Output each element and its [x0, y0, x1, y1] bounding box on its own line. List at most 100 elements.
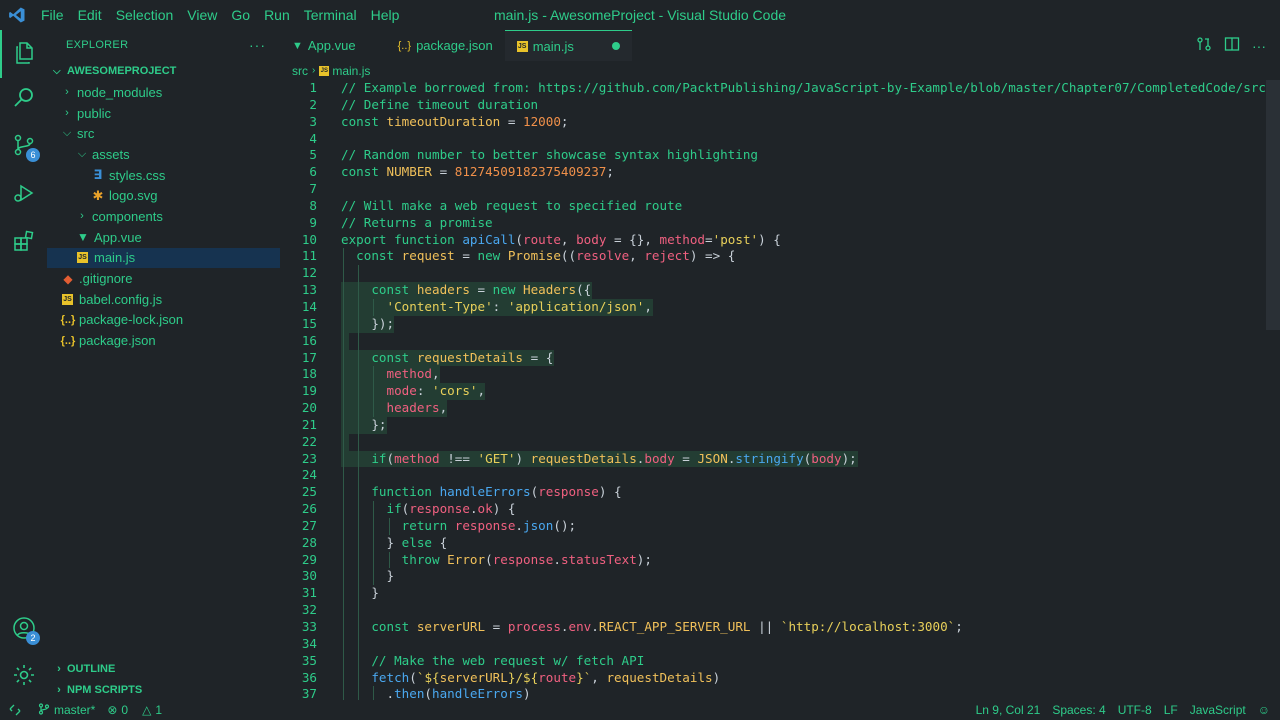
folder-item[interactable]: ⌵ assets — [47, 144, 280, 165]
tab-app-vue[interactable]: ▼ App.vue — [280, 30, 368, 61]
problems-status[interactable]: ⊗ 0 △ 1 — [107, 703, 162, 717]
gear-icon — [12, 663, 36, 690]
extensions-activity-button[interactable] — [0, 218, 47, 266]
editor-actions: ··· — [1196, 30, 1280, 61]
file-item[interactable]: JS main.js — [47, 247, 280, 269]
explorer-activity-button[interactable] — [0, 30, 47, 78]
file-item[interactable]: ▼ App.vue — [47, 227, 280, 248]
menu-edit[interactable]: Edit — [71, 0, 109, 30]
tree-item-label: package-lock.json — [79, 312, 184, 328]
code-token: { — [439, 534, 448, 550]
code-text: } — [341, 568, 394, 585]
feedback-icon[interactable]: ☺ — [1258, 703, 1270, 717]
indent-guide — [358, 265, 360, 283]
code-token: new — [492, 282, 524, 298]
source-control-badge: 6 — [26, 148, 40, 162]
code-token: } — [341, 534, 402, 550]
json-file-icon: {..} — [397, 39, 412, 52]
tree-item-label: babel.config.js — [79, 291, 163, 307]
code-token: : — [416, 383, 433, 399]
code-line: 26 if(response.ok) { — [280, 501, 1280, 518]
source-control-activity-button[interactable]: 6 — [0, 122, 47, 170]
code-token: , — [560, 231, 577, 247]
code-token: // Example borrowed from: https://github… — [341, 80, 1280, 95]
unsaved-dot-icon[interactable] — [611, 42, 620, 50]
tree-item-label: components — [92, 208, 163, 224]
file-item[interactable]: ∃ styles.css — [47, 165, 280, 186]
editor-scrollbar[interactable] — [1266, 80, 1280, 330]
file-item[interactable]: {..} package-lock.json — [47, 310, 280, 331]
menu-run[interactable]: Run — [257, 0, 297, 30]
open-changes-icon[interactable] — [1196, 36, 1212, 55]
code-token: ) => { — [689, 248, 736, 264]
more-actions-icon[interactable]: ··· — [1252, 38, 1266, 54]
remote-icon[interactable] — [0, 704, 30, 716]
code-editor[interactable]: 1 // Example borrowed from: https://githu… — [280, 80, 1280, 700]
chevron-right-icon: › — [65, 86, 69, 99]
code-token: `${ — [416, 669, 440, 685]
folder-item[interactable]: ⌵ src — [47, 123, 280, 144]
tab-package-json[interactable]: {..} package.json — [368, 30, 505, 61]
run-debug-activity-button[interactable] — [0, 170, 47, 218]
line-number: 33 — [301, 619, 317, 634]
accounts-activity-button[interactable]: 2 — [0, 605, 47, 653]
manage-activity-button[interactable] — [0, 652, 47, 700]
menu-go[interactable]: Go — [224, 0, 257, 30]
code-line: 1 // Example borrowed from: https://githu… — [280, 80, 1280, 97]
folder-item[interactable]: › public — [47, 103, 280, 124]
code-line: 4 — [280, 131, 1280, 148]
folder-item[interactable]: › components — [47, 206, 280, 227]
breadcrumb-file[interactable]: main.js — [332, 64, 370, 78]
file-item[interactable]: {..} package.json — [47, 330, 280, 351]
breadcrumb-folder[interactable]: src — [292, 64, 308, 78]
project-folder-header[interactable]: ⌵ AWESOMEPROJECT — [47, 60, 280, 82]
outline-section[interactable]: › OUTLINE — [47, 658, 280, 679]
line-number: 2 — [309, 96, 317, 112]
end-of-line[interactable]: LF — [1164, 703, 1178, 717]
line-number: 30 — [301, 568, 317, 584]
code-token: headers — [416, 282, 470, 298]
cursor-position[interactable]: Ln 9, Col 21 — [976, 703, 1041, 717]
tab-main-js[interactable]: JS main.js — [504, 30, 632, 61]
line-number: 17 — [301, 349, 317, 365]
file-item[interactable]: ◆ .gitignore — [47, 268, 280, 289]
file-item[interactable]: ✱ logo.svg — [47, 185, 280, 206]
more-actions-icon[interactable]: ··· — [249, 37, 266, 53]
menu-file[interactable]: File — [34, 0, 71, 30]
code-token: Promise — [507, 248, 561, 264]
line-number: 23 — [301, 450, 317, 466]
title-bar: File Edit Selection View Go Run Terminal… — [0, 0, 1280, 30]
editor-tabs: ▼ App.vue {..} package.json JS main.js ·… — [280, 30, 1280, 61]
language-mode[interactable]: JavaScript — [1190, 703, 1246, 717]
code-token: , — [644, 298, 652, 314]
code-token: request — [401, 248, 455, 264]
indentation[interactable]: Spaces: 4 — [1052, 703, 1105, 717]
warning-icon: △ — [142, 703, 152, 717]
code-text: method, — [341, 366, 440, 383]
tree-item-label: .gitignore — [79, 271, 133, 287]
npm-scripts-section[interactable]: › NPM SCRIPTS — [47, 679, 280, 700]
file-item[interactable]: JS babel.config.js — [47, 289, 280, 310]
encoding[interactable]: UTF-8 — [1118, 703, 1152, 717]
search-activity-button[interactable] — [0, 74, 47, 122]
line-number: 16 — [301, 332, 317, 348]
menu-terminal[interactable]: Terminal — [297, 0, 364, 30]
split-editor-icon[interactable] — [1224, 36, 1240, 55]
chevron-right-icon: › — [312, 65, 316, 76]
code-token: ; — [560, 113, 569, 129]
menu-selection[interactable]: Selection — [109, 0, 181, 30]
code-token: ) { — [598, 484, 622, 500]
code-token: } — [341, 585, 379, 601]
code-text: const request = new Promise((resolve, re… — [341, 248, 735, 265]
line-number: 12 — [301, 265, 317, 281]
menu-view[interactable]: View — [180, 0, 224, 30]
code-token: if — [371, 450, 387, 466]
branch-status[interactable]: master* — [38, 702, 95, 718]
folder-item[interactable]: › node_modules — [47, 82, 280, 103]
menu-help[interactable]: Help — [364, 0, 407, 30]
line-number: 35 — [301, 652, 317, 668]
